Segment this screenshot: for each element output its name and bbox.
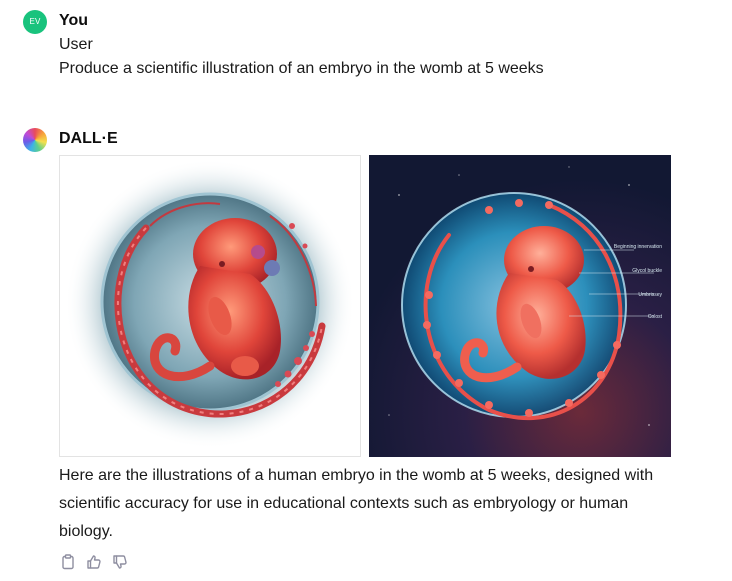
clipboard-icon[interactable] [59, 553, 77, 571]
thumbs-down-icon[interactable] [111, 553, 129, 571]
embryo-illustration-light[interactable] [59, 155, 361, 457]
assistant-caption: Here are the illustrations of a human em… [59, 467, 654, 540]
assistant-author-name: DALL·E [59, 130, 118, 147]
embryo-illustration-dark-graphic: Beginning innervation Glycol buckle Umbr… [388, 166, 663, 426]
image-label-3: Umbrissey [638, 292, 662, 298]
image-label-1: Beginning innervation [614, 244, 662, 250]
dalle-avatar [23, 128, 47, 152]
thumbs-up-icon[interactable] [85, 553, 103, 571]
embryo-illustration-light-graphic [65, 159, 355, 449]
assistant-message: DALL·E Beginning innervation Glycol buck… [0, 0, 732, 581]
image-label-4: Colost [648, 314, 663, 320]
image-label-2: Glycol buckle [632, 268, 662, 274]
embryo-illustration-dark[interactable]: Beginning innervation Glycol buckle Umbr… [369, 155, 671, 457]
